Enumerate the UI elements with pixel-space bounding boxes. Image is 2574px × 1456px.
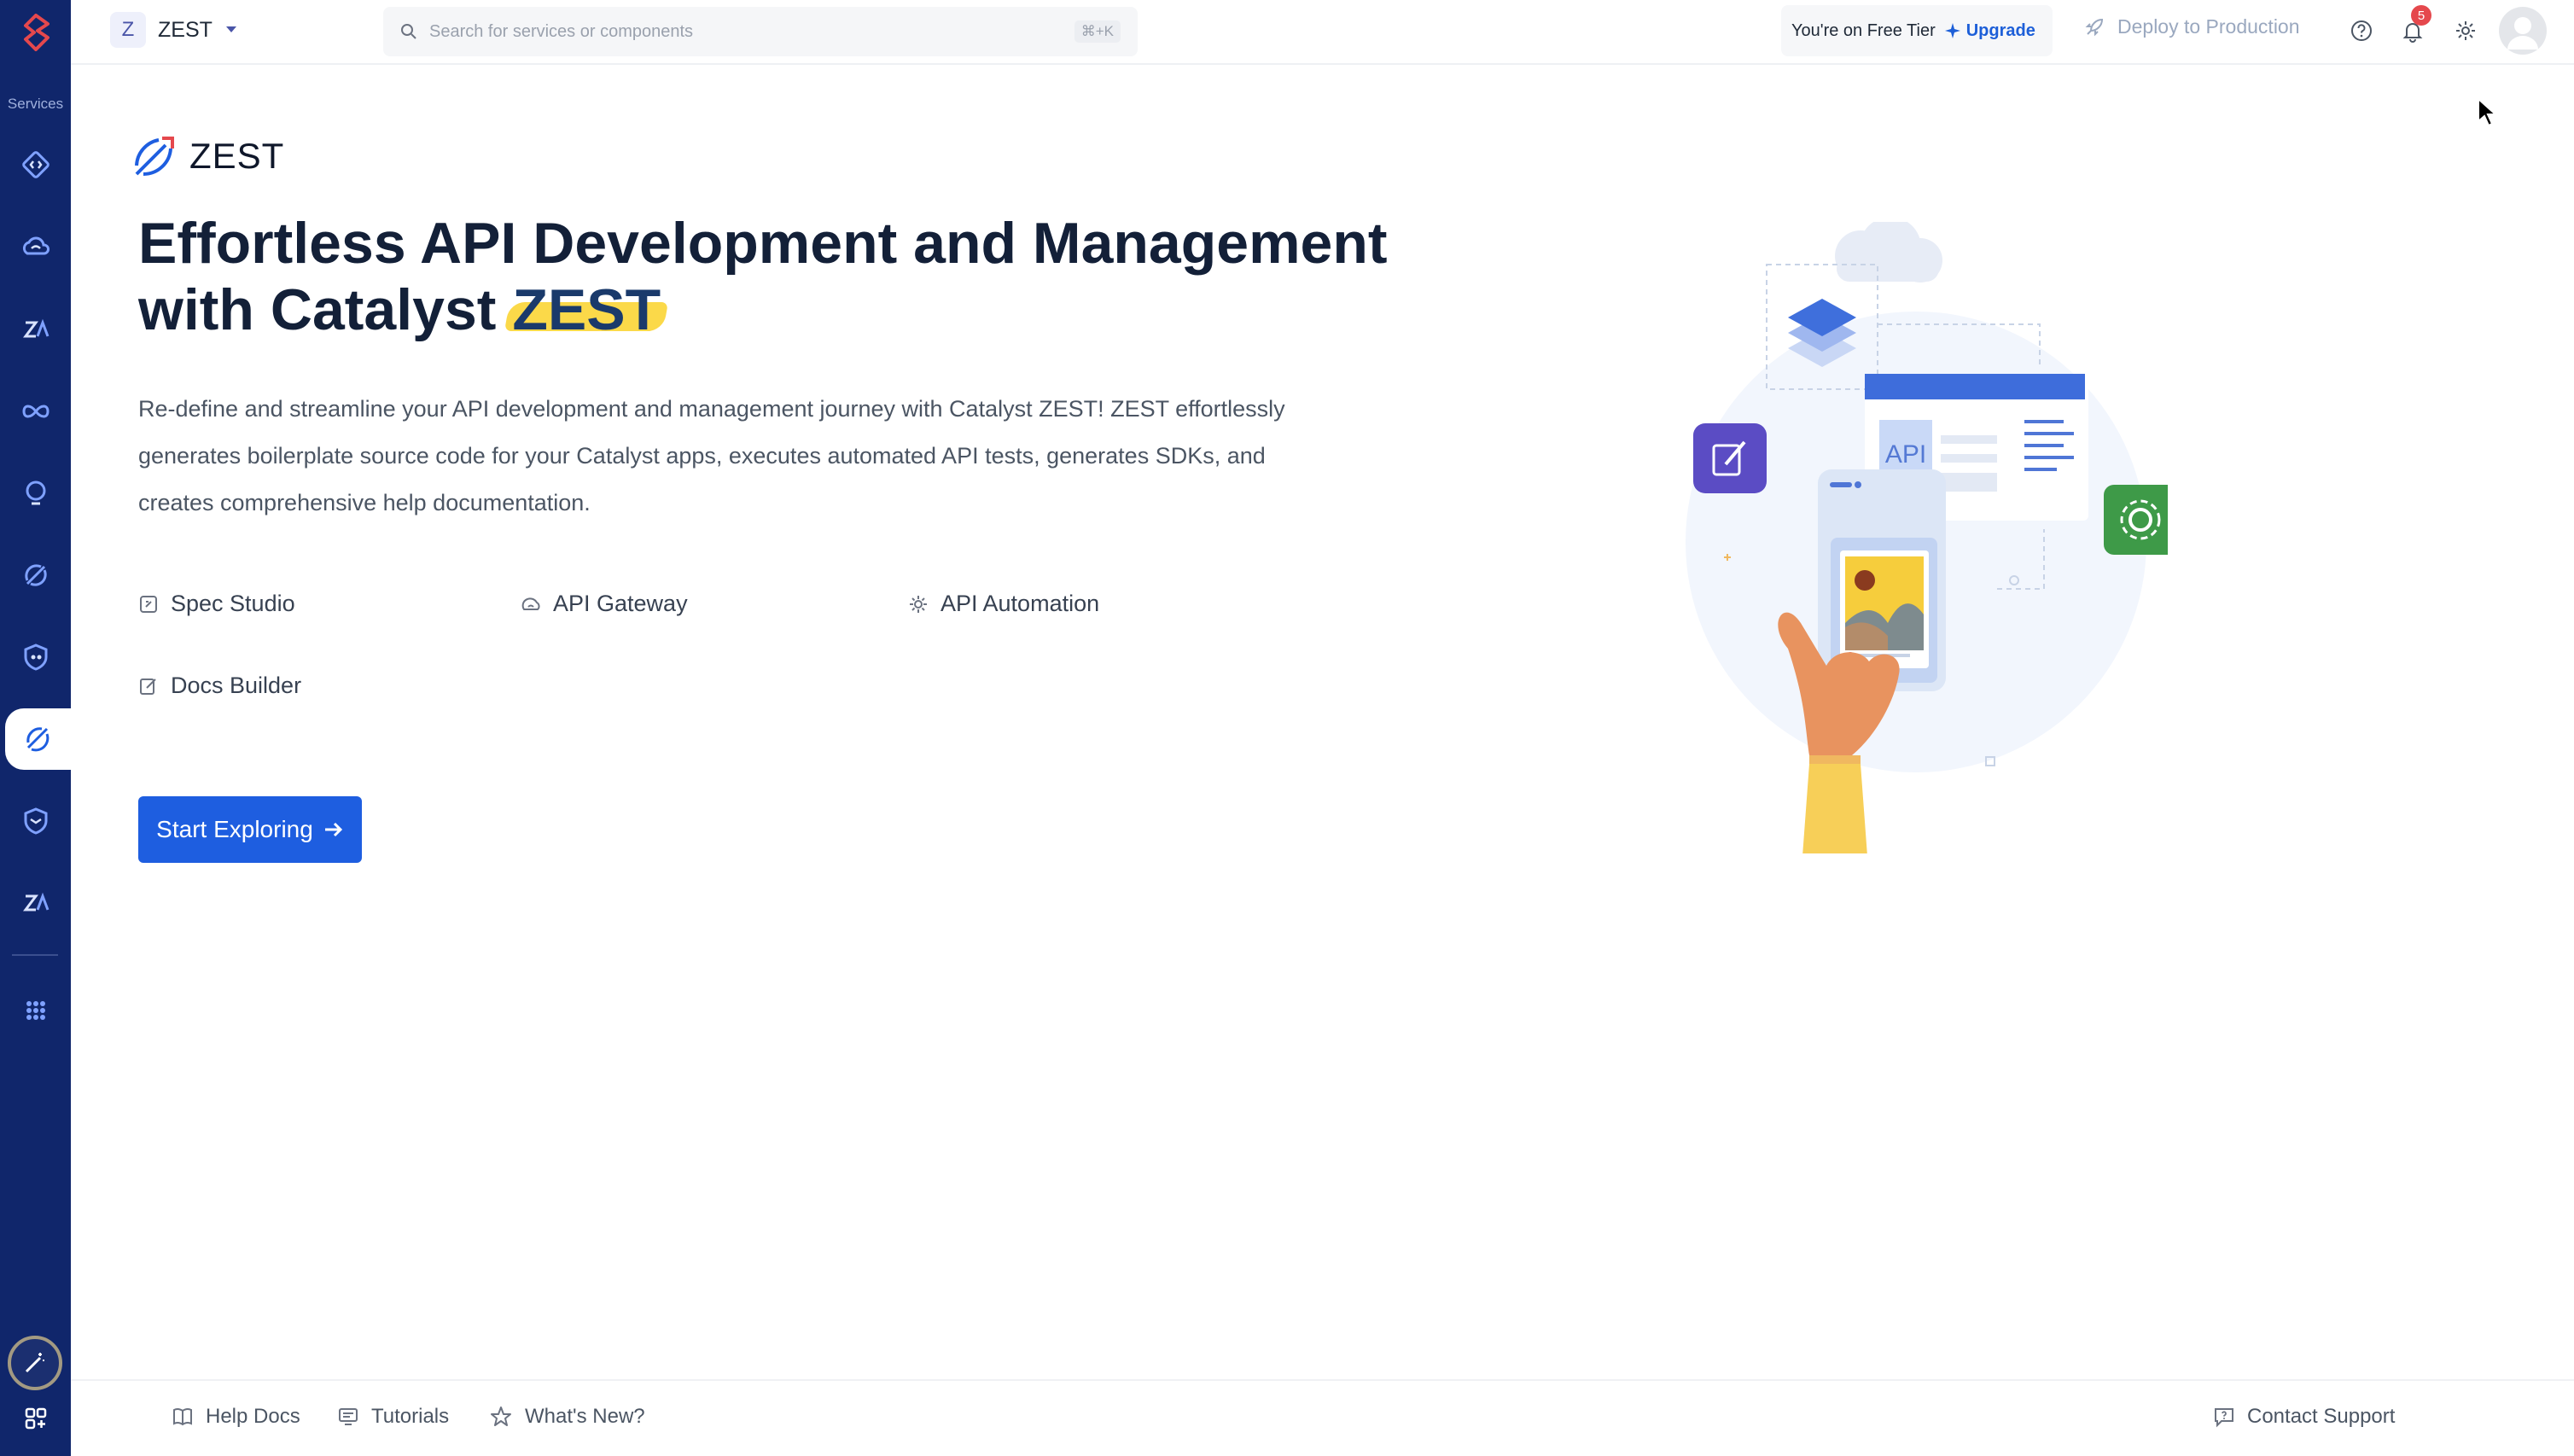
feature-label: API Gateway xyxy=(553,591,688,616)
sidebar-item-zia-services[interactable] xyxy=(0,872,71,934)
headline-line-1: Effortless API Development and Managemen… xyxy=(138,211,1388,276)
rocket-icon xyxy=(2085,18,2104,36)
headline-highlight: ZEST xyxy=(512,277,661,342)
gear-icon xyxy=(2456,21,2475,40)
help-button[interactable] xyxy=(2344,14,2379,48)
apps-icon xyxy=(25,1407,46,1430)
shield-eye-icon xyxy=(24,644,47,671)
feature-spec-studio: Spec Studio xyxy=(138,591,295,617)
sparkle-icon xyxy=(1944,23,1960,38)
sidebar-item-zia[interactable] xyxy=(0,299,71,360)
upgrade-label: Upgrade xyxy=(1965,20,2035,40)
cta-label: Start Exploring xyxy=(156,816,313,842)
footer: Help Docs Tutorials What's New? Contact … xyxy=(71,1379,2574,1456)
project-initial-badge: Z xyxy=(110,12,146,48)
contact-support-link[interactable]: Contact Support xyxy=(2213,1405,2395,1429)
code-diamond-icon xyxy=(21,151,50,178)
deploy-label: Deploy to Production xyxy=(2117,15,2300,38)
feature-api-automation: API Automation xyxy=(908,591,1099,617)
headline-line-2: with Catalyst xyxy=(138,277,497,342)
gateway-icon xyxy=(521,597,540,610)
api-window-label: API xyxy=(1885,440,1926,469)
search-shortcut: ⌘+K xyxy=(1074,20,1121,43)
zest-icon xyxy=(26,727,49,752)
sidebar-item-zest[interactable] xyxy=(5,708,71,770)
tutorials-link[interactable]: Tutorials xyxy=(337,1405,449,1429)
feature-label: Spec Studio xyxy=(171,591,295,616)
sidebar-apps-switcher[interactable] xyxy=(0,1401,71,1436)
zest-brand: ZEST xyxy=(131,133,284,179)
sidebar-divider xyxy=(12,954,58,956)
shield-icon xyxy=(24,807,47,835)
help-circle-icon xyxy=(2351,20,2372,41)
grid-icon xyxy=(26,1001,45,1020)
start-exploring-button[interactable]: Start Exploring xyxy=(138,796,362,863)
search-bar[interactable]: Search for services or components ⌘+K xyxy=(383,7,1138,56)
caret-down-icon xyxy=(225,26,236,32)
feature-docs-builder: Docs Builder xyxy=(138,673,301,699)
notifications-button[interactable]: 5 xyxy=(2396,5,2431,48)
tutorials-label: Tutorials xyxy=(371,1405,450,1428)
feature-label: API Automation xyxy=(940,591,1100,616)
brand-name: ZEST xyxy=(189,136,285,176)
docs-edit-icon xyxy=(140,678,156,695)
catalyst-logo-icon[interactable] xyxy=(15,12,56,53)
search-icon xyxy=(401,24,416,39)
rocket-icon xyxy=(24,564,47,586)
sidebar-item-smartbrowz[interactable] xyxy=(0,545,71,606)
feature-label: Docs Builder xyxy=(171,673,302,698)
tier-banner: You're on Free Tier Upgrade xyxy=(1781,5,2053,56)
mouse-cursor-icon xyxy=(2478,97,2497,127)
project-name: ZEST xyxy=(158,17,213,42)
monitor-icon xyxy=(339,1408,358,1425)
tier-text: You're on Free Tier xyxy=(1791,20,1936,40)
whats-new-label: What's New? xyxy=(525,1405,645,1428)
notification-count-badge: 5 xyxy=(2411,5,2431,26)
sidebar-item-devops[interactable] xyxy=(0,626,71,688)
sidebar-item-cloud-scale[interactable] xyxy=(0,216,71,277)
top-bar: Z ZEST Search for services or components… xyxy=(71,0,2574,65)
project-switcher[interactable]: Z ZEST xyxy=(110,12,238,48)
settings-tile xyxy=(2104,485,2168,555)
star-icon xyxy=(491,1406,511,1426)
page-description: Re-define and streamline your API develo… xyxy=(138,396,1285,515)
magic-tools-button[interactable] xyxy=(8,1336,62,1390)
upgrade-link[interactable]: Upgrade xyxy=(1944,21,2035,41)
zest-logo-icon xyxy=(135,137,174,177)
sidebar-item-security[interactable] xyxy=(0,790,71,852)
user-avatar[interactable] xyxy=(2499,7,2547,55)
sidebar-section-label: Services xyxy=(7,96,64,112)
deploy-to-production-button[interactable]: Deploy to Production xyxy=(2083,15,2300,38)
support-chat-icon xyxy=(2215,1408,2233,1428)
cloud-icon xyxy=(22,236,50,255)
spec-studio-icon xyxy=(140,595,157,613)
user-icon xyxy=(2507,17,2538,50)
edit-tile xyxy=(1693,423,1767,493)
infinity-icon xyxy=(21,405,50,418)
zia-services-icon xyxy=(22,892,49,911)
magic-wand-icon xyxy=(25,1353,44,1373)
page-title: Effortless API Development and Managemen… xyxy=(138,210,1436,343)
whats-new-link[interactable]: What's New? xyxy=(489,1405,645,1429)
sidebar-item-signals[interactable] xyxy=(0,463,71,524)
hero-illustration: API xyxy=(1686,222,2168,853)
zia-icon xyxy=(22,318,49,338)
feature-api-gateway: API Gateway xyxy=(521,591,688,617)
search-placeholder: Search for services or components xyxy=(429,21,694,41)
settings-button[interactable] xyxy=(2449,14,2483,48)
bulb-icon xyxy=(26,480,45,505)
sidebar: Services xyxy=(0,0,71,1456)
sidebar-item-quickml[interactable] xyxy=(0,381,71,442)
automation-gear-icon xyxy=(910,595,927,613)
book-icon xyxy=(173,1407,192,1426)
sidebar-item-serverless[interactable] xyxy=(0,134,71,195)
help-docs-label: Help Docs xyxy=(206,1405,300,1428)
help-docs-link[interactable]: Help Docs xyxy=(172,1405,300,1429)
contact-support-label: Contact Support xyxy=(2247,1405,2396,1428)
arrow-right-icon xyxy=(324,822,342,837)
sidebar-item-all-services[interactable] xyxy=(0,980,71,1041)
